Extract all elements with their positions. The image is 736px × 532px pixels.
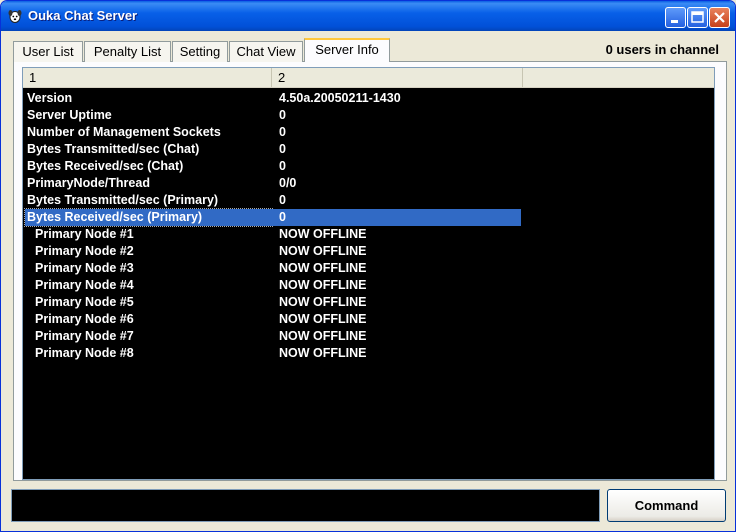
list-item[interactable]: Primary Node #5 NOW OFFLINE [23,294,714,311]
list-item-value: NOW OFFLINE [279,295,367,309]
list-item[interactable]: Bytes Transmitted/sec (Primary) 0 [23,192,714,209]
list-item-key: Bytes Received/sec (Chat) [27,159,184,173]
list-item-value: NOW OFFLINE [279,312,367,326]
maximize-button[interactable] [687,7,708,28]
list-item-key: Server Uptime [27,108,112,122]
column-header-2[interactable]: 2 [272,68,523,87]
list-item[interactable]: PrimaryNode/Thread 0/0 [23,175,714,192]
list-item-value: 0 [279,142,286,156]
list-item[interactable]: Bytes Received/sec (Chat) 0 [23,158,714,175]
list-item-key: Primary Node #8 [35,346,134,360]
list-item-value: NOW OFFLINE [279,346,367,360]
list-item-selected[interactable]: Bytes Received/sec (Primary) 0 [23,208,714,227]
tab-setting[interactable]: Setting [172,41,228,62]
list-item[interactable]: Primary Node #1 NOW OFFLINE [23,226,714,243]
list-item-value: NOW OFFLINE [279,244,367,258]
command-input[interactable] [11,489,600,522]
list-item-value: 0 [279,159,286,173]
users-in-channel-status: 0 users in channel [605,42,719,57]
list-item[interactable]: Primary Node #6 NOW OFFLINE [23,311,714,328]
list-item-key: Primary Node #1 [35,227,134,241]
tab-penalty-list[interactable]: Penalty List [84,41,171,62]
tab-user-list[interactable]: User List [13,41,83,62]
list-item-value: 0 [279,108,286,122]
list-item-value: NOW OFFLINE [279,261,367,275]
list-item-key: Number of Management Sockets [27,125,221,139]
list-item-value: NOW OFFLINE [279,227,367,241]
list-item-key: Bytes Transmitted/sec (Chat) [27,142,200,156]
list-item[interactable]: Primary Node #3 NOW OFFLINE [23,260,714,277]
list-item-value: 0 [272,209,521,226]
list-item[interactable]: Server Uptime 0 [23,107,714,124]
list-item-key: Version [27,91,73,105]
list-item-key: Bytes Transmitted/sec (Primary) [27,193,219,207]
list-item[interactable]: Number of Management Sockets 0 [23,124,714,141]
list-item-value: 0 [279,193,286,207]
close-button[interactable] [709,7,730,28]
list-item-value: NOW OFFLINE [279,329,367,343]
list-item-key: Primary Node #5 [35,295,134,309]
list-item-value: 4.50a.20050211-1430 [279,91,401,105]
column-header-1[interactable]: 1 [23,68,272,87]
window-title: Ouka Chat Server [28,8,138,23]
minimize-button[interactable] [665,7,686,28]
list-item-key: Primary Node #3 [35,261,134,275]
close-icon [714,12,725,23]
tab-server-info[interactable]: Server Info [304,38,390,62]
minimize-icon [671,20,678,23]
title-bar[interactable]: Ouka Chat Server [1,1,735,31]
list-item-key: PrimaryNode/Thread [27,176,150,190]
list-header: 1 2 [23,68,714,88]
list-item-key: Primary Node #7 [35,329,134,343]
list-item-key: Primary Node #2 [35,244,134,258]
list-item[interactable]: Primary Node #8 NOW OFFLINE [23,345,714,362]
tab-chat-view[interactable]: Chat View [229,41,303,62]
command-button[interactable]: Command [607,489,726,522]
app-window: Ouka Chat Server User List Penalty List … [0,0,736,532]
list-item[interactable]: Primary Node #4 NOW OFFLINE [23,277,714,294]
puppy-icon [8,10,22,23]
list-item-value: NOW OFFLINE [279,278,367,292]
maximize-icon [691,11,704,23]
column-header-3[interactable] [523,68,714,87]
list-rows: Version 4.50a.20050211-1430 Server Uptime… [23,90,714,362]
server-info-list[interactable]: 1 2 Version 4.50a.20050211-1430 Server Up… [22,67,715,480]
list-item[interactable]: Primary Node #2 NOW OFFLINE [23,243,714,260]
list-item[interactable]: Bytes Transmitted/sec (Chat) 0 [23,141,714,158]
list-item-key: Bytes Received/sec (Primary) [24,208,273,227]
list-item-value: 0/0 [279,176,297,190]
list-item-key: Primary Node #4 [35,278,134,292]
list-item-key: Primary Node #6 [35,312,134,326]
list-item[interactable]: Primary Node #7 NOW OFFLINE [23,328,714,345]
list-item-value: 0 [279,125,286,139]
list-item[interactable]: Version 4.50a.20050211-1430 [23,90,714,107]
